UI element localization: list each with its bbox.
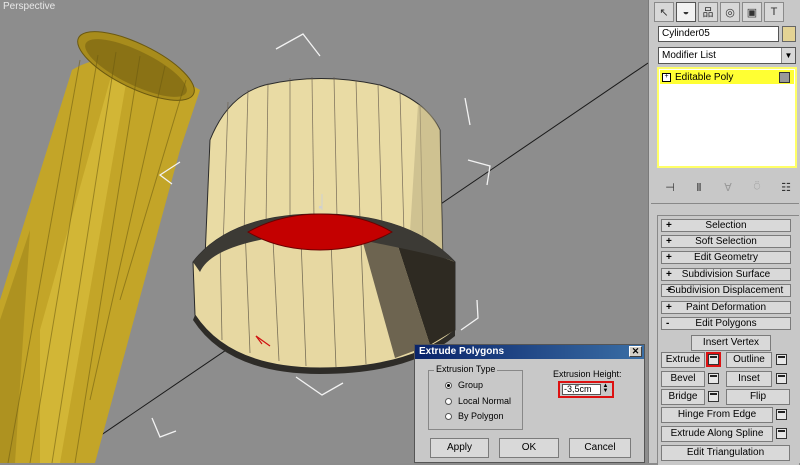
dialog-title: Extrude Polygons [419,346,505,357]
extrude-along-spline-button[interactable]: Extrude Along Spline [661,426,773,442]
inset-button[interactable]: Inset [726,371,772,387]
extrude-polygons-dialog[interactable]: Extrude Polygons ✕ Extrusion Type Group … [414,344,645,463]
extrusion-height-spinner[interactable]: -3,5cm ▲ ▼ [558,381,614,398]
radio-unchecked-icon[interactable] [445,412,452,420]
extrude-along-spline-settings-icon[interactable] [776,428,787,439]
insert-vertex-button[interactable]: Insert Vertex [691,335,771,351]
radio-checked-icon[interactable] [445,381,452,389]
rollout-edit-polygons[interactable]: - Edit Polygons [661,317,791,330]
divider [651,203,799,204]
rollout-panel[interactable]: + Selection + Soft Selection + Edit Geometr… [657,215,799,465]
flip-button[interactable]: Flip [726,389,790,405]
modify-icon[interactable]: ◒ [676,2,696,22]
extrusion-type-label: Extrusion Type [434,364,498,374]
rollout-soft-selection[interactable]: + Soft Selection [661,235,791,248]
hinge-from-edge-button[interactable]: Hinge From Edge [661,407,773,423]
radio-local-normal[interactable]: Local Normal [445,396,511,406]
display-icon[interactable]: ▣ [742,2,762,22]
spinner-arrows-icon[interactable]: ▲ ▼ [601,383,610,395]
bridge-settings-icon[interactable] [708,391,719,402]
dialog-titlebar[interactable]: Extrude Polygons ✕ [415,345,644,359]
rollout-selection[interactable]: + Selection [661,219,791,232]
bevel-settings-icon[interactable] [708,373,719,384]
modifier-list-label: Modifier List [662,50,716,61]
cancel-button[interactable]: Cancel [569,438,631,458]
object-name-field[interactable]: Cylinder05 [658,26,779,42]
apply-button[interactable]: Apply [430,438,489,458]
extrusion-height-label: Extrusion Height: [553,369,622,379]
ok-button[interactable]: OK [499,438,559,458]
modifier-toggle-icon[interactable] [779,71,790,83]
hinge-settings-icon[interactable] [776,409,787,420]
bridge-button[interactable]: Bridge [661,389,705,405]
chevron-down-icon[interactable]: ▼ [781,48,795,63]
hierarchy-icon[interactable]: 品 [698,2,718,22]
modifier-stack[interactable]: + Editable Poly [657,67,797,168]
inset-settings-icon[interactable] [776,373,787,384]
svg-text:▪: ▪ [319,205,321,211]
configure-modifier-sets-icon[interactable]: ☷ [779,181,793,194]
extrusion-type-group: Extrusion Type Group Local Normal By Pol… [428,364,523,430]
extrude-button[interactable]: Extrude [661,352,705,368]
bevel-button[interactable]: Bevel [661,371,705,387]
rollout-subdivision-surface[interactable]: + Subdivision Surface [661,268,791,281]
close-icon[interactable]: ✕ [629,346,642,357]
command-panel-tabs: ↖ ◒ 品 ◎ ▣ T [654,2,796,22]
radio-unchecked-icon[interactable] [445,397,452,405]
stack-toolbar: ⊣ Ⅱ ∀ ⍥ ☷ [663,178,793,196]
tube-object[interactable] [192,76,456,374]
radio-by-polygon[interactable]: By Polygon [445,411,504,421]
expand-plus-icon[interactable]: + [662,72,671,82]
outline-button[interactable]: Outline [726,352,772,368]
outline-settings-icon[interactable] [776,354,787,365]
extrude-settings-icon[interactable] [708,354,719,365]
remove-modifier-icon[interactable]: ⍥ [750,181,764,194]
edit-triangulation-button[interactable]: Edit Triangulation [661,445,790,461]
utilities-hammer-icon[interactable]: T [764,2,784,22]
stack-item-label: Editable Poly [675,71,734,83]
extrusion-height-input[interactable]: -3,5cm [562,384,601,395]
make-unique-icon[interactable]: ∀ [721,181,735,194]
show-end-result-icon[interactable]: Ⅱ [692,181,706,194]
viewport-label[interactable]: Perspective [3,1,55,12]
rollout-paint-deformation[interactable]: + Paint Deformation [661,301,791,314]
radio-group[interactable]: Group [445,380,483,390]
rollout-edit-geometry[interactable]: + Edit Geometry [661,251,791,264]
command-panel: ↖ ◒ 品 ◎ ▣ T Cylinder05 Modifier List ▼ +… [648,0,800,465]
stack-item-editable-poly[interactable]: + Editable Poly [660,70,794,84]
modifier-list-dropdown[interactable]: Modifier List ▼ [658,47,796,64]
motion-icon[interactable]: ◎ [720,2,740,22]
pin-stack-icon[interactable]: ⊣ [663,181,677,194]
object-color-swatch[interactable] [782,26,796,42]
rollout-subdivision-displacement[interactable]: + Subdivision Displacement [661,284,791,297]
create-arrow-icon[interactable]: ↖ [654,2,674,22]
cylinder-object[interactable] [0,18,203,463]
